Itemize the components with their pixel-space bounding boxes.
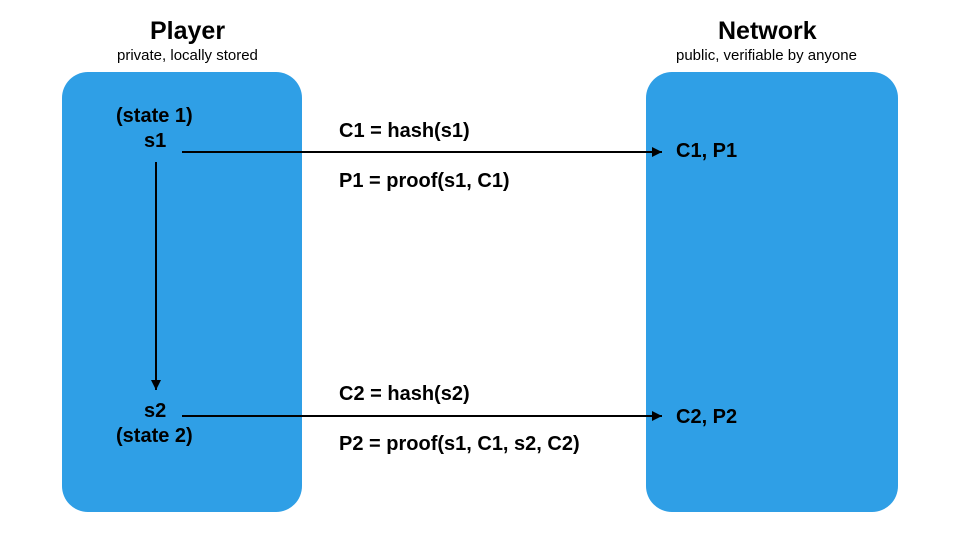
arrow1-eq1: C1 = hash(s1) bbox=[339, 120, 470, 143]
diagram-root: Player private, locally stored Network p… bbox=[0, 0, 960, 556]
s2-label: s2 bbox=[144, 400, 166, 423]
network-row1: C1, P1 bbox=[676, 140, 737, 163]
network-row2: C2, P2 bbox=[676, 406, 737, 429]
s1-label: s1 bbox=[144, 130, 166, 153]
state2-label: (state 2) bbox=[116, 425, 193, 448]
player-subtitle: private, locally stored bbox=[117, 47, 258, 64]
network-panel bbox=[646, 72, 898, 512]
arrow2-eq2: P2 = proof(s1, C1, s2, C2) bbox=[339, 433, 580, 456]
network-title: Network bbox=[718, 17, 817, 46]
network-subtitle: public, verifiable by anyone bbox=[676, 47, 857, 64]
state1-label: (state 1) bbox=[116, 105, 193, 128]
arrow1-eq2: P1 = proof(s1, C1) bbox=[339, 170, 510, 193]
player-title: Player bbox=[150, 17, 225, 46]
arrow2-eq1: C2 = hash(s2) bbox=[339, 383, 470, 406]
